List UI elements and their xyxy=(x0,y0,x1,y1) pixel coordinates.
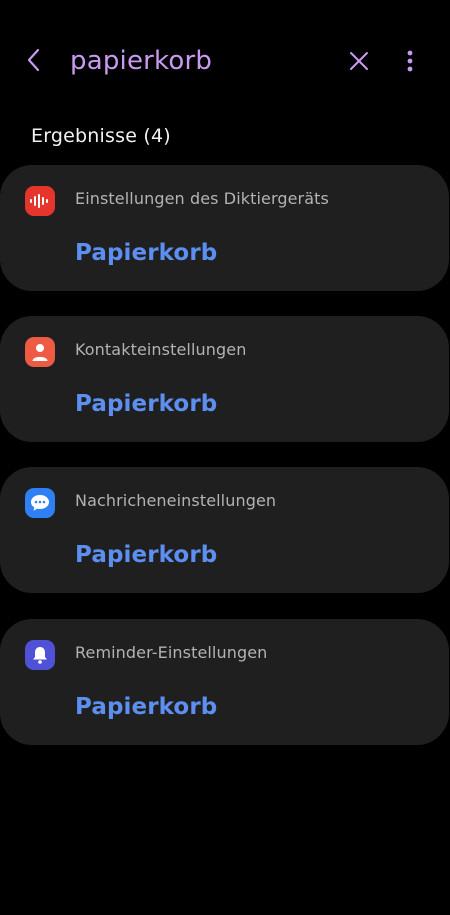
card-category-label: Nachricheneinstellungen xyxy=(75,491,277,510)
message-bubble-icon xyxy=(25,488,55,518)
results-count-heading: Ergebnisse (4) xyxy=(31,125,171,147)
result-card-reminder[interactable]: Reminder-Einstellungen Papierkorb xyxy=(0,619,449,745)
voice-recorder-icon xyxy=(25,186,55,216)
more-options-button[interactable] xyxy=(392,42,428,80)
search-input[interactable] xyxy=(70,40,330,82)
chevron-left-icon xyxy=(27,48,40,72)
result-card-messages[interactable]: Nachricheneinstellungen Papierkorb xyxy=(0,467,449,593)
close-icon xyxy=(350,52,368,70)
result-card-voice-recorder[interactable]: Einstellungen des Diktiergeräts Papierko… xyxy=(0,165,449,291)
card-result-link[interactable]: Papierkorb xyxy=(75,240,217,266)
back-button[interactable] xyxy=(16,42,52,78)
clear-search-button[interactable] xyxy=(340,42,378,80)
card-result-link[interactable]: Papierkorb xyxy=(75,391,217,417)
card-result-link[interactable]: Papierkorb xyxy=(75,694,217,720)
card-result-link[interactable]: Papierkorb xyxy=(75,542,217,568)
search-toolbar xyxy=(0,0,450,122)
search-screen: Ergebnisse (4) Einstellungen des Diktier… xyxy=(0,0,450,915)
card-category-label: Reminder-Einstellungen xyxy=(75,643,268,662)
card-category-label: Einstellungen des Diktiergeräts xyxy=(75,189,329,208)
more-vertical-icon xyxy=(407,50,413,72)
card-category-label: Kontakteinstellungen xyxy=(75,340,247,359)
bell-icon xyxy=(25,640,55,670)
result-card-contacts[interactable]: Kontakteinstellungen Papierkorb xyxy=(0,316,449,442)
contact-person-icon xyxy=(25,337,55,367)
